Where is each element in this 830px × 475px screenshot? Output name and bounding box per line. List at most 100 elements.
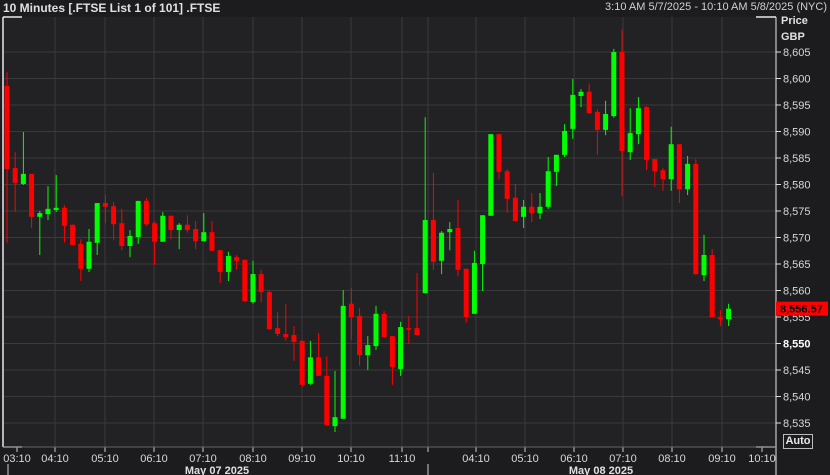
candle-body <box>709 254 715 318</box>
candle-up <box>488 134 494 216</box>
candle-body <box>152 223 158 242</box>
candle-body <box>184 224 190 231</box>
candle-body <box>570 94 576 129</box>
time-tick-label: 06:10 <box>140 453 168 465</box>
candlestick-chart[interactable]: 8,605 8,600 8,595 8,590 8,585 8,580 8,575 8,570… <box>0 0 830 475</box>
price-tick-label: 8,590 <box>783 127 811 139</box>
candle-body <box>365 345 371 356</box>
candle-body <box>586 91 592 113</box>
candle-down <box>143 197 149 226</box>
candle-body <box>250 274 256 303</box>
candle-body <box>578 91 584 96</box>
candle-body <box>291 335 297 342</box>
candle-body <box>512 197 518 222</box>
candle-body <box>439 232 445 261</box>
candle-body <box>332 417 338 427</box>
candle-body <box>594 111 600 130</box>
candle-body <box>283 333 289 338</box>
candle-body <box>70 224 76 245</box>
date-label: May 07 2025 <box>185 465 249 475</box>
time-tick-label: 04:10 <box>462 453 490 465</box>
candle-up <box>611 48 617 118</box>
candle-down <box>709 249 715 318</box>
candle-body <box>406 328 412 330</box>
candle-body <box>717 317 723 320</box>
candle-body <box>176 224 182 231</box>
candle-body <box>143 200 149 225</box>
candle-down <box>266 289 272 330</box>
candle-body <box>37 213 43 217</box>
candle-body <box>398 327 404 369</box>
candle-body <box>160 215 166 242</box>
candle-body <box>340 305 346 419</box>
time-tick-label: 07:10 <box>189 453 217 465</box>
candle-down <box>242 259 248 303</box>
candle-body <box>701 254 707 276</box>
price-tick-label: 8,575 <box>783 206 811 218</box>
time-tick-label: 05:10 <box>91 453 119 465</box>
candle-body <box>29 173 35 217</box>
price-tick-label: 8,550 <box>783 339 811 351</box>
candle-body <box>480 215 486 264</box>
candle-body <box>275 328 281 334</box>
date-label: May 08 2025 <box>569 465 633 475</box>
candle-body <box>299 340 305 385</box>
price-tick-label: 8,595 <box>783 100 811 112</box>
candle-body <box>553 154 559 172</box>
candle-body <box>644 107 650 161</box>
candle-body <box>217 250 223 272</box>
candle-body <box>111 206 117 225</box>
candle-body <box>201 232 207 242</box>
candle-body <box>135 200 141 237</box>
candle-body <box>430 220 436 262</box>
price-axis[interactable]: 8,605 8,600 8,595 8,590 8,585 8,580 8,575 8,570… <box>776 47 811 430</box>
price-tick-label: 8,605 <box>783 47 811 59</box>
candle-body <box>545 171 551 207</box>
candle-body <box>611 52 617 117</box>
candle-body <box>86 241 92 269</box>
candle-body <box>12 168 18 183</box>
time-tick-label: 09:10 <box>708 453 736 465</box>
time-tick-label: 03:10 <box>3 453 31 465</box>
candle-up <box>340 289 346 419</box>
candle-body <box>193 229 199 242</box>
candle-body <box>381 313 387 338</box>
time-axis[interactable]: 03:10 04:10 05:10 06:10 07:10 08:10 09:10 10:10… <box>3 447 776 475</box>
candle-body <box>102 203 108 207</box>
candle-body <box>4 85 10 170</box>
candle-body <box>603 114 609 130</box>
candle-body <box>20 173 26 184</box>
candle-up <box>160 212 166 242</box>
candle-body <box>619 52 625 152</box>
candle-body <box>685 163 691 190</box>
candle-body <box>168 215 174 231</box>
candle-body <box>45 208 51 215</box>
candle-body <box>324 375 330 426</box>
candle-body <box>119 223 125 246</box>
candle-body <box>266 292 272 330</box>
candle-body <box>225 256 231 272</box>
candle-body <box>447 229 453 233</box>
price-tick-label: 8,600 <box>783 74 811 86</box>
price-tick-label: 8,570 <box>783 233 811 245</box>
candle-body <box>127 235 133 246</box>
candle-body <box>562 130 568 155</box>
candle-body <box>504 171 510 199</box>
candle-body <box>94 203 100 243</box>
price-tick-label: 8,560 <box>783 286 811 298</box>
time-tick-label: 09:10 <box>288 453 316 465</box>
price-tick-label: 8,540 <box>783 392 811 404</box>
candle-body <box>521 206 527 217</box>
candle-body <box>693 163 699 275</box>
price-tick-label: 8,580 <box>783 180 811 192</box>
plot-area[interactable] <box>3 17 776 447</box>
candle-body <box>422 220 428 294</box>
price-tick-label: 8,545 <box>783 365 811 377</box>
candle-down <box>381 311 387 338</box>
candle-body <box>627 133 633 153</box>
last-price-label: 8,556.57 <box>780 304 823 316</box>
candle-body <box>234 257 240 261</box>
candle-body <box>389 336 395 367</box>
candle-down <box>693 159 699 276</box>
time-tick-label: 08:10 <box>658 453 686 465</box>
